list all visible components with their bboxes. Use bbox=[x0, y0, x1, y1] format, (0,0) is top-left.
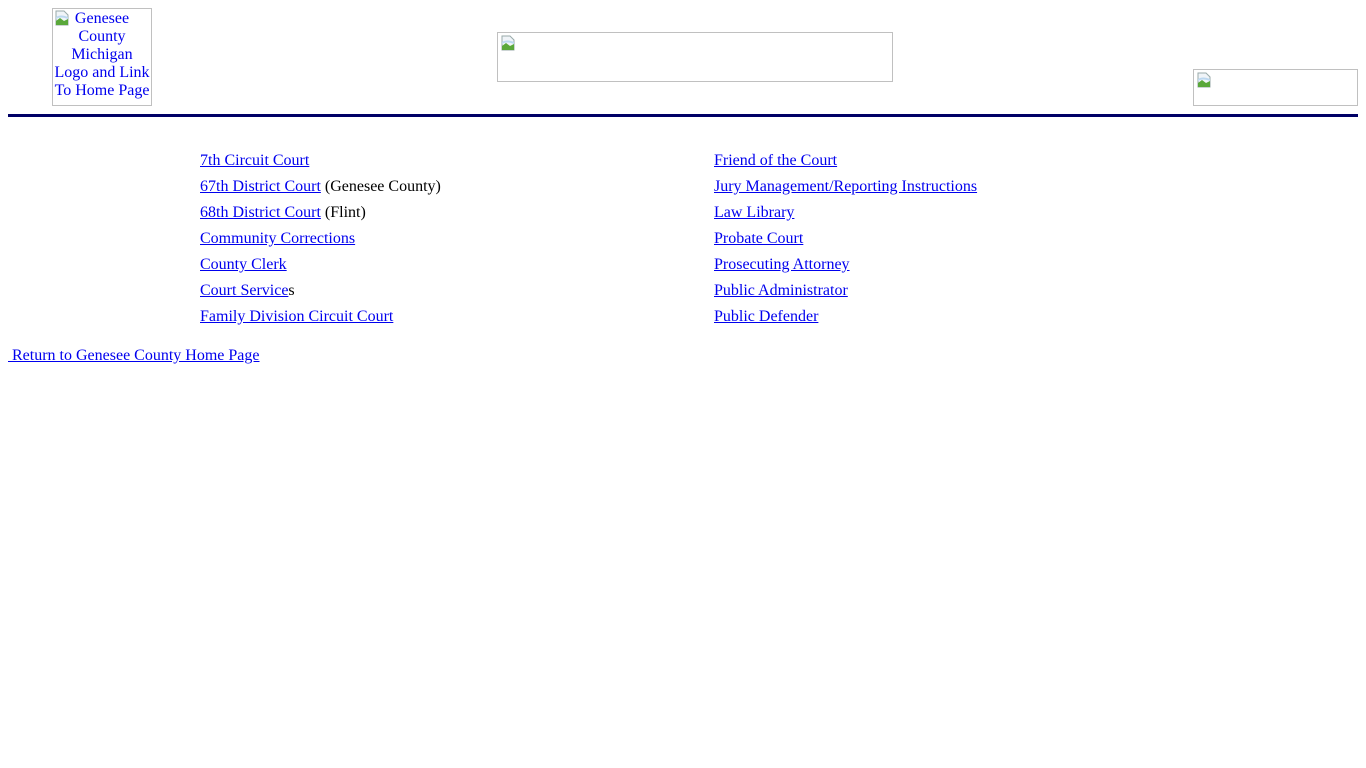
return-home-link[interactable]: Return to Genesee County Home Page bbox=[8, 346, 260, 366]
list-item: Law Library bbox=[714, 203, 977, 229]
link-jury-management[interactable]: Jury Management/Reporting Instructions bbox=[714, 178, 977, 195]
list-item: 7th Circuit Court bbox=[200, 151, 441, 177]
list-item: Jury Management/Reporting Instructions bbox=[714, 177, 977, 203]
list-item: Probate Court bbox=[714, 229, 977, 255]
list-item: County Clerk bbox=[200, 255, 441, 281]
link-68th-district-court[interactable]: 68th District Court bbox=[200, 204, 321, 221]
links-column-left: 7th Circuit Court 67th District Court (G… bbox=[200, 151, 441, 333]
list-item: Court Services bbox=[200, 281, 441, 307]
link-county-clerk[interactable]: County Clerk bbox=[200, 256, 287, 273]
list-item: Community Corrections bbox=[200, 229, 441, 255]
link-prosecuting-attorney[interactable]: Prosecuting Attorney bbox=[714, 256, 850, 273]
list-item: 68th District Court (Flint) bbox=[200, 203, 441, 229]
broken-image-icon bbox=[501, 35, 515, 51]
county-logo-home-link[interactable]: Genesee County Michigan Logo and Link To… bbox=[52, 8, 152, 106]
link-suffix: (Genesee County) bbox=[320, 178, 441, 195]
link-public-defender[interactable]: Public Defender bbox=[714, 308, 818, 325]
broken-image-icon bbox=[55, 10, 69, 26]
banner-image bbox=[497, 32, 893, 82]
link-7th-circuit-court[interactable]: 7th Circuit Court bbox=[200, 152, 309, 169]
link-law-library[interactable]: Law Library bbox=[714, 204, 794, 221]
list-item: Public Defender bbox=[714, 307, 977, 333]
link-suffix: s bbox=[288, 282, 295, 299]
link-67th-district-court[interactable]: 67th District Court bbox=[200, 178, 321, 195]
list-item: Public Administrator bbox=[714, 281, 977, 307]
link-community-corrections[interactable]: Community Corrections bbox=[200, 230, 355, 247]
list-item: 67th District Court (Genesee County) bbox=[200, 177, 441, 203]
broken-image-icon bbox=[1197, 72, 1211, 88]
link-public-administrator[interactable]: Public Administrator bbox=[714, 282, 848, 299]
list-item: Friend of the Court bbox=[714, 151, 977, 177]
link-probate-court[interactable]: Probate Court bbox=[714, 230, 803, 247]
link-suffix: (Flint) bbox=[320, 204, 366, 221]
header-right-image bbox=[1193, 69, 1358, 106]
link-court-services[interactable]: Court Service bbox=[200, 282, 288, 299]
list-item: Prosecuting Attorney bbox=[714, 255, 977, 281]
header-divider bbox=[8, 114, 1358, 117]
list-item: Family Division Circuit Court bbox=[200, 307, 441, 333]
link-friend-of-the-court[interactable]: Friend of the Court bbox=[714, 152, 837, 169]
link-family-division-circuit-court[interactable]: Family Division Circuit Court bbox=[200, 308, 393, 325]
links-column-right: Friend of the Court Jury Management/Repo… bbox=[714, 151, 977, 333]
